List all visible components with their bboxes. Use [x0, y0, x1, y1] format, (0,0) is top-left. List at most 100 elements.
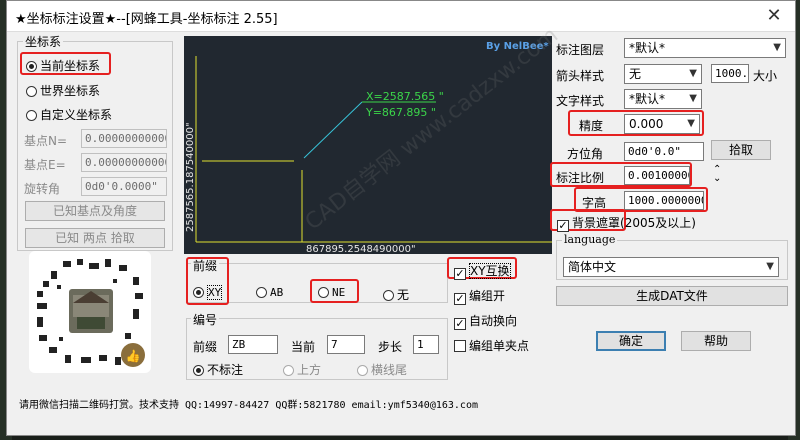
radio-no-label[interactable]: 不标注	[193, 361, 243, 378]
scale-input[interactable]: 0.00100000	[624, 166, 690, 185]
language-value: 简体中文	[568, 260, 617, 274]
radio-icon	[283, 365, 294, 376]
base-e-label: 基点E=	[24, 158, 66, 172]
qr-code-image: 👍	[29, 251, 151, 373]
azimuth-input[interactable]: 0d0'0.0"	[624, 142, 704, 161]
help-button[interactable]: 帮助	[681, 331, 751, 351]
radio-icon	[26, 86, 37, 97]
scale-stepper-icon[interactable]: ⌃ ⌄	[713, 165, 721, 184]
precision-value: 0.000	[629, 117, 664, 131]
radio-label: NE	[332, 286, 346, 299]
radio-custom-coord[interactable]: 自定义坐标系	[26, 106, 112, 123]
base-n-input[interactable]: 0.000000000000	[81, 129, 167, 148]
text-style-value: *默认*	[629, 92, 666, 106]
preview-bottom-text: 867895.2548490000"	[306, 244, 416, 254]
text-height-input[interactable]: 1000.00000000	[624, 191, 704, 210]
azimuth-label: 方位角	[567, 147, 604, 161]
check-icon: ✓	[557, 219, 569, 232]
arrow-size-input[interactable]: 1000.0	[711, 64, 749, 83]
close-icon[interactable]: ✕	[763, 5, 785, 27]
checkbox-label: 背景遮罩	[572, 216, 621, 230]
ok-button[interactable]: 确定	[596, 331, 666, 351]
numbering-prefix-input[interactable]: ZB	[228, 335, 278, 354]
checkbox-label: 编组开	[469, 289, 506, 303]
checkbox-bg-mask[interactable]: ✓ 背景遮罩(2005及以上)	[557, 214, 696, 232]
layer-select[interactable]: *默认* ▼	[624, 38, 786, 58]
checkbox-label: 自动换向	[469, 314, 518, 328]
highlight-current-coord	[20, 52, 111, 75]
settings-dialog: ★坐标标注设置★--[网蜂工具-坐标标注 2.55] ✕ 坐标系 当前坐标系 世…	[6, 0, 796, 436]
numbering-current-input[interactable]: 7	[327, 335, 365, 354]
status-text: 请用微信扫描二维码打赏。技术支持 QQ:14997-84427 QQ群:5821…	[19, 400, 478, 411]
radio-icon	[193, 287, 204, 298]
base-n-label: 基点N=	[24, 134, 68, 148]
numbering-step-input[interactable]: 1	[413, 335, 439, 354]
radio-label: 自定义坐标系	[40, 108, 113, 122]
rotation-label: 旋转角	[24, 182, 61, 196]
preview-vertical-text: 2587565.187540000"	[185, 122, 196, 232]
window-title: ★坐标标注设置★--[网蜂工具-坐标标注 2.55]	[15, 12, 278, 27]
radio-label: 世界坐标系	[40, 84, 101, 98]
language-legend: language	[562, 233, 618, 246]
checkbox-auto-wrap[interactable]: ✓ 自动换向	[454, 312, 517, 330]
size-label: 大小	[753, 69, 778, 83]
radio-label: 不标注	[207, 363, 244, 377]
precision-select[interactable]: 0.000 ▼	[624, 114, 700, 134]
radio-icon	[357, 365, 368, 376]
text-style-select[interactable]: *默认* ▼	[624, 89, 702, 109]
generate-dat-button[interactable]: 生成DAT文件	[556, 286, 788, 306]
base-e-input[interactable]: 0.000000000000	[81, 153, 167, 172]
language-select[interactable]: 简体中文 ▼	[563, 257, 779, 277]
text-style-label: 文字样式	[556, 94, 605, 108]
radio-prefix-xy[interactable]: XY	[193, 285, 223, 300]
radio-prefix-none[interactable]: 无	[383, 286, 409, 303]
checkbox-group-on[interactable]: ✓ 编组开	[454, 287, 505, 305]
radio-label: 无	[397, 288, 410, 302]
numbering-step-label: 步长	[378, 340, 403, 354]
radio-label: 上方	[297, 363, 322, 377]
known-two-points-button[interactable]: 已知 两点 拾取	[25, 228, 165, 248]
check-icon: ✓	[454, 317, 466, 330]
numbering-current-label: 当前	[291, 340, 316, 354]
scale-label: 标注比例	[556, 171, 605, 185]
radio-icon	[193, 365, 204, 376]
chevron-down-icon: ▼	[689, 68, 697, 79]
radio-prefix-ne[interactable]: NE	[318, 286, 345, 299]
title-bar[interactable]: ★坐标标注设置★--[网蜂工具-坐标标注 2.55] ✕	[7, 1, 795, 32]
rotation-input[interactable]: 0d0'0.0000"	[81, 177, 167, 196]
chevron-down-icon: ▼	[687, 118, 695, 129]
precision-label: 精度	[579, 119, 604, 133]
radio-label: XY	[207, 285, 223, 300]
radio-above[interactable]: 上方	[283, 361, 321, 378]
checkbox-xy-swap[interactable]: ✓ XY互换	[454, 262, 511, 280]
chevron-down-icon: ▼	[689, 93, 697, 104]
check-icon	[454, 340, 466, 352]
radio-icon	[26, 110, 37, 121]
qr-pattern-icon: 👍	[37, 259, 145, 367]
check-icon: ✓	[454, 292, 466, 305]
cyan-leader-line	[303, 101, 363, 159]
preview-x-label: X=2587.565 "	[366, 90, 444, 103]
checkbox-group-single[interactable]: 编组单夹点	[454, 337, 529, 354]
coord-system-legend: 坐标系	[23, 33, 64, 50]
mask-note: (2005及以上)	[620, 216, 696, 230]
radio-icon	[256, 287, 267, 298]
numbering-legend: 编号	[191, 311, 220, 328]
arrow-style-value: 无	[629, 67, 642, 81]
chevron-down-icon: ▼	[773, 42, 781, 53]
arrow-style-label: 箭头样式	[556, 69, 605, 83]
known-base-angle-button[interactable]: 已知基点及角度	[25, 201, 165, 221]
radio-label: 横线尾	[371, 363, 408, 377]
numbering-prefix-label: 前缀	[193, 340, 218, 354]
radio-line-tail[interactable]: 横线尾	[357, 361, 407, 378]
checkbox-label: 编组单夹点	[469, 339, 530, 353]
svg-text:👍: 👍	[126, 349, 141, 363]
radio-world-coord[interactable]: 世界坐标系	[26, 82, 100, 99]
radio-label: AB	[270, 286, 284, 299]
checkbox-label: XY互换	[469, 263, 511, 279]
radio-prefix-ab[interactable]: AB	[256, 286, 283, 299]
pick-button[interactable]: 拾取	[711, 140, 771, 160]
check-icon: ✓	[454, 267, 466, 280]
arrow-style-select[interactable]: 无 ▼	[624, 64, 702, 84]
radio-icon	[383, 290, 394, 301]
